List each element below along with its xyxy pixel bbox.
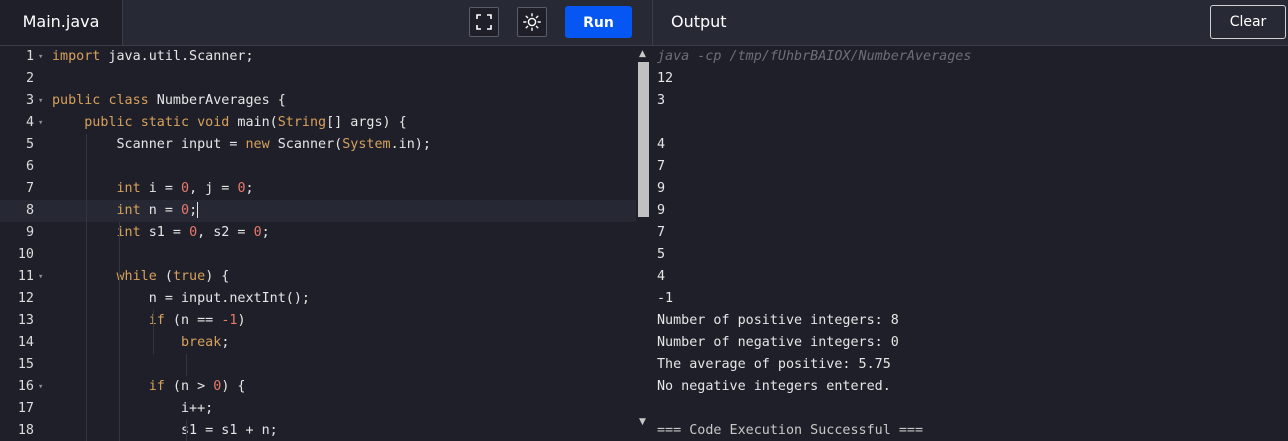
file-tab-main-java[interactable]: Main.java bbox=[0, 0, 123, 45]
line-number: 3 bbox=[25, 93, 34, 108]
line-number: 12 bbox=[17, 291, 34, 306]
code-line[interactable]: 2 bbox=[0, 68, 636, 90]
code-text: n = input.nextInt(); bbox=[52, 291, 310, 306]
output-line: No negative integers entered. bbox=[657, 379, 891, 394]
code-text: if (n > 0) { bbox=[148, 379, 246, 394]
fullscreen-icon bbox=[476, 14, 492, 30]
code-text: public static void main(String[] args) { bbox=[84, 115, 407, 130]
output-line: 3 bbox=[657, 93, 666, 108]
output-line: The average of positive: 5.75 bbox=[657, 357, 891, 372]
code-line[interactable]: 4 ▾ public static void main(String[] args… bbox=[0, 112, 636, 134]
output-line: Number of positive integers: 8 bbox=[657, 313, 899, 328]
line-number: 18 bbox=[17, 423, 34, 438]
code-text: i++; bbox=[52, 401, 214, 416]
panel-divider bbox=[652, 0, 653, 45]
code-line[interactable]: 14 break; bbox=[0, 332, 636, 354]
indent-guide bbox=[186, 420, 188, 441]
line-number: 16 bbox=[17, 379, 34, 394]
text-cursor bbox=[197, 202, 199, 218]
editor-scrollbar[interactable]: ▲ ▼ bbox=[636, 46, 652, 433]
sun-icon bbox=[523, 13, 541, 31]
fold-toggle-icon[interactable]: ▾ bbox=[38, 266, 43, 288]
output-line: 12 bbox=[657, 71, 674, 86]
code-line[interactable]: 11 ▾ while (true) { bbox=[0, 266, 636, 288]
code-text: int n = 0; bbox=[116, 202, 199, 218]
line-number: 15 bbox=[17, 357, 34, 372]
code-line[interactable]: 7 int i = 0, j = 0; bbox=[0, 178, 636, 200]
line-number: 6 bbox=[25, 159, 34, 174]
code-line[interactable]: 13 if (n == -1) bbox=[0, 310, 636, 332]
output-line: -1 bbox=[657, 291, 674, 306]
output-line: 5 bbox=[657, 247, 666, 262]
line-number: 5 bbox=[25, 137, 34, 152]
line-number: 1 bbox=[25, 49, 34, 64]
output-line: Number of negative integers: 0 bbox=[657, 335, 899, 350]
code-text: break; bbox=[181, 335, 230, 350]
line-number: 11 bbox=[17, 269, 34, 284]
fullscreen-button[interactable] bbox=[469, 7, 499, 37]
line-number: 4 bbox=[25, 115, 34, 130]
code-line[interactable]: 18 s1 = s1 + n; bbox=[0, 420, 636, 441]
code-text: import java.util.Scanner; bbox=[52, 49, 254, 64]
code-line[interactable]: 8 int n = 0; bbox=[0, 200, 636, 222]
line-number: 9 bbox=[25, 225, 34, 240]
indent-guide bbox=[152, 310, 154, 354]
file-tab-label: Main.java bbox=[22, 12, 100, 31]
scroll-down-icon[interactable]: ▼ bbox=[639, 418, 646, 427]
code-line[interactable]: 5 Scanner input = new Scanner(System.in)… bbox=[0, 134, 636, 156]
code-text: while (true) { bbox=[116, 269, 230, 284]
line-number: 2 bbox=[25, 71, 34, 86]
line-number: 13 bbox=[17, 313, 34, 328]
output-line: 7 bbox=[657, 159, 666, 174]
run-button[interactable]: Run bbox=[565, 6, 632, 38]
output-line: 9 bbox=[657, 181, 666, 196]
indent-guide bbox=[119, 222, 121, 441]
fold-toggle-icon[interactable]: ▾ bbox=[38, 112, 43, 134]
code-line[interactable]: 17 i++; bbox=[0, 398, 636, 420]
code-line[interactable]: 1 ▾ import java.util.Scanner; bbox=[0, 46, 636, 68]
line-number: 14 bbox=[17, 335, 34, 350]
code-text: public class NumberAverages { bbox=[52, 93, 286, 108]
indent-guide bbox=[85, 134, 87, 441]
code-line[interactable]: 3 ▾ public class NumberAverages { bbox=[0, 90, 636, 112]
top-bar: Main.java Run Output Clear bbox=[0, 0, 1288, 46]
code-line[interactable]: 10 bbox=[0, 244, 636, 266]
output-line: 4 bbox=[657, 137, 666, 152]
code-line[interactable]: 12 n = input.nextInt(); bbox=[0, 288, 636, 310]
output-line: 9 bbox=[657, 203, 666, 218]
code-line[interactable]: 6 bbox=[0, 156, 636, 178]
code-text: int i = 0, j = 0; bbox=[116, 181, 254, 196]
code-line[interactable]: 16 ▾ if (n > 0) { bbox=[0, 376, 636, 398]
code-editor[interactable]: 1 ▾ import java.util.Scanner; 2 3 ▾ public cla… bbox=[0, 46, 652, 441]
execution-status-line: === Code Execution Successful === bbox=[657, 423, 924, 438]
clear-button[interactable]: Clear bbox=[1210, 5, 1286, 39]
line-number: 10 bbox=[17, 247, 34, 262]
code-line[interactable]: 15 bbox=[0, 354, 636, 376]
line-number: 7 bbox=[25, 181, 34, 196]
code-text: Scanner input = new Scanner(System.in); bbox=[52, 137, 431, 152]
output-title: Output bbox=[671, 12, 727, 31]
line-number: 17 bbox=[17, 401, 34, 416]
code-text: if (n == -1) bbox=[148, 313, 246, 328]
output-console: java -cp /tmp/fUhbrBAIOX/NumberAverages 1… bbox=[653, 46, 1288, 441]
fold-toggle-icon[interactable]: ▾ bbox=[38, 46, 43, 68]
fold-toggle-icon[interactable]: ▾ bbox=[38, 376, 43, 398]
indent-guide bbox=[186, 354, 188, 376]
run-command-line: java -cp /tmp/fUhbrBAIOX/NumberAverages bbox=[657, 49, 972, 64]
scrollbar-thumb[interactable] bbox=[638, 62, 649, 217]
scroll-up-icon[interactable]: ▲ bbox=[639, 50, 646, 59]
output-line: 7 bbox=[657, 225, 666, 240]
fold-toggle-icon[interactable]: ▾ bbox=[38, 90, 43, 112]
code-line[interactable]: 9 int s1 = 0, s2 = 0; bbox=[0, 222, 636, 244]
line-number: 8 bbox=[25, 203, 34, 218]
output-line: 4 bbox=[657, 269, 666, 284]
theme-toggle-button[interactable] bbox=[517, 7, 547, 37]
